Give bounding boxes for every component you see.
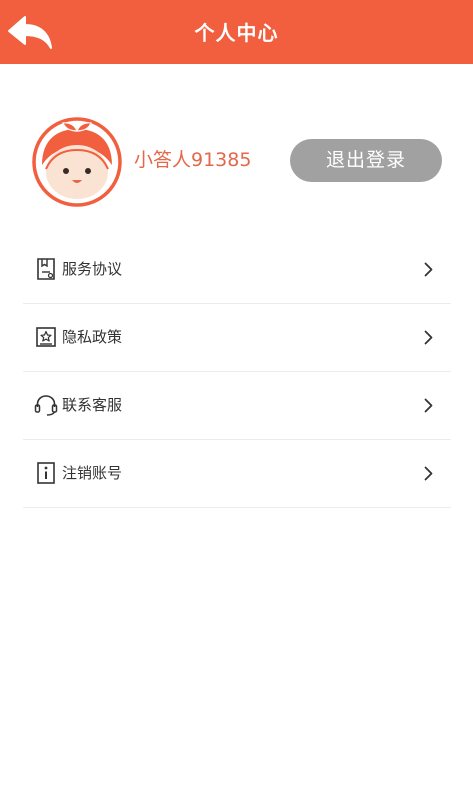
- page-title: 个人中心: [194, 21, 279, 45]
- chevron-right-icon: [424, 466, 433, 481]
- menu-item-service-agreement[interactable]: 服务协议: [23, 236, 451, 304]
- menu-item-label: 服务协议: [62, 260, 123, 278]
- settings-menu: 服务协议 隐私政策 联系客服 注销账号: [23, 236, 451, 508]
- chevron-right-icon: [424, 398, 433, 413]
- avatar: [32, 117, 122, 207]
- cartoon-face-avatar-icon: [32, 117, 122, 207]
- menu-item-label: 隐私政策: [62, 328, 123, 346]
- chevron-right-icon: [424, 330, 433, 345]
- headset-icon: [34, 395, 58, 416]
- menu-item-contact-support[interactable]: 联系客服: [23, 372, 451, 440]
- menu-item-label: 注销账号: [62, 464, 123, 482]
- document-icon: [37, 258, 55, 280]
- privacy-star-icon: [36, 327, 56, 347]
- menu-item-delete-account[interactable]: 注销账号: [23, 440, 451, 508]
- username: 小答人91385: [134, 149, 252, 171]
- logout-button[interactable]: 退出登录: [290, 139, 442, 182]
- chevron-right-icon: [424, 262, 433, 277]
- menu-item-label: 联系客服: [62, 396, 123, 414]
- menu-item-privacy-policy[interactable]: 隐私政策: [23, 304, 451, 372]
- info-icon: [37, 462, 55, 484]
- top-nav-bar: 个人中心: [0, 0, 473, 64]
